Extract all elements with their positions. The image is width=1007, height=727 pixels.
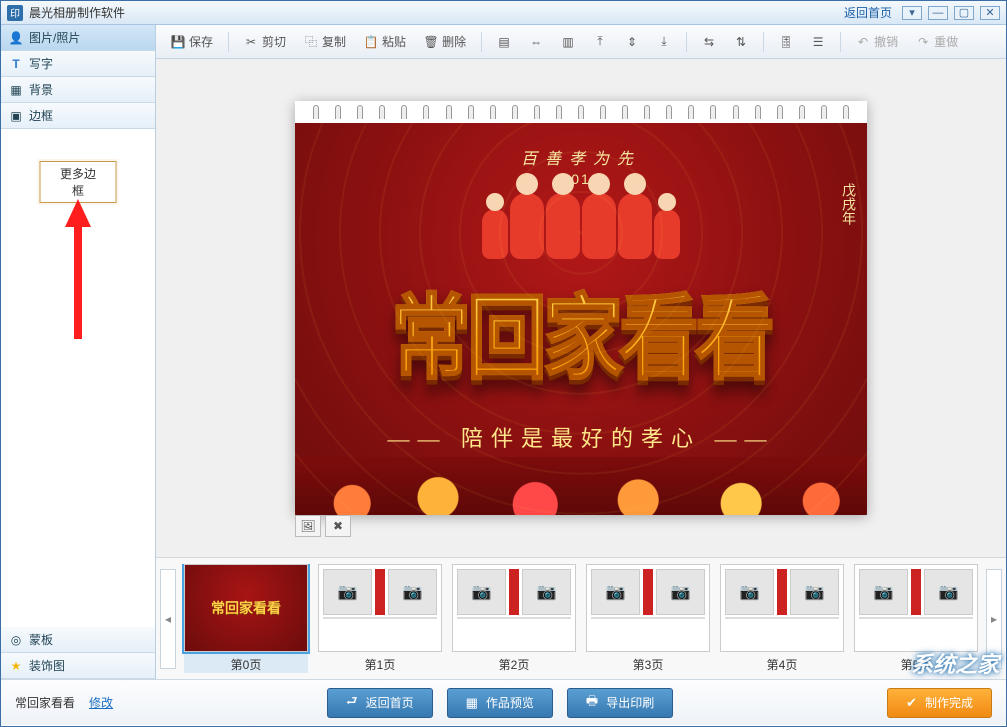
toolbar: 💾 保存 ✂剪切 ⿻复制 📋粘贴 🗑删除 ▤ ⇔ ▥ ⤒ ⇕ ⤓ ⇆ ⇅ 🎚 ☰… [156,25,1006,59]
page-thumb-0[interactable]: 常回家看看 第0页 [184,564,308,673]
annotation-arrow [63,199,93,339]
maximize-button[interactable]: ▢ [954,6,974,20]
photo-icon: 👤 [9,31,23,45]
align-top-button[interactable]: ⤒ [586,30,614,54]
copy-icon: ⿻ [304,35,318,49]
home-button[interactable]: ⮐返回首页 [327,688,433,718]
preview-icon: ▦ [466,695,478,711]
window-title: 晨光相册制作软件 [29,4,125,21]
align-right-icon: ▥ [561,35,575,49]
align-top-icon: ⤒ [593,35,607,49]
page-thumb-5[interactable]: 📷📷 第5页 [854,564,978,673]
sidebar-label: 边框 [29,107,53,124]
align-bottom-icon: ⤓ [657,35,671,49]
preview-button[interactable]: ▦作品预览 [447,688,553,718]
project-name: 常回家看看 [15,694,75,711]
cover-headline: 常回家看看 [295,264,867,397]
print-icon: 🖶 [586,692,598,714]
page-thumb-4[interactable]: 📷📷 第4页 [720,564,844,673]
thumbs-next-button[interactable]: ▸ [986,569,1002,669]
sidebar-label: 写字 [29,55,53,72]
background-icon: ▦ [9,83,23,97]
minimize-button[interactable]: — [928,6,948,20]
adjust-icon: ☰ [811,35,825,49]
home-link[interactable]: 返回首页 [844,4,892,21]
cover-side-text: 戊戌年 [837,183,857,225]
sidebar-label: 蒙板 [29,631,53,648]
sidebar-item-frame[interactable]: ▣ 边框 [1,103,155,129]
sidebar-item-decoration[interactable]: ★ 装饰图 [1,653,155,679]
page-thumb-2[interactable]: 📷📷 第2页 [452,564,576,673]
more-frames-button[interactable]: 更多边框 [40,161,117,203]
align-middle-button[interactable]: ⇕ [618,30,646,54]
align-left-icon: ▤ [497,35,511,49]
sidebar-item-mask[interactable]: ◎ 蒙板 [1,627,155,653]
sidebar-label: 背景 [29,81,53,98]
distribute-v-button[interactable]: ⇅ [727,30,755,54]
save-icon: 💾 [171,35,185,49]
copy-button[interactable]: ⿻复制 [297,30,353,54]
app-logo: 印 [7,5,23,21]
thumbs-prev-button[interactable]: ◂ [160,569,176,669]
sidebar-label: 装饰图 [29,657,65,674]
align-center-h-button[interactable]: ⇔ [522,30,550,54]
star-icon: ★ [9,659,23,673]
text-icon: T [9,57,23,71]
dropdown-button[interactable]: ▾ [902,6,922,20]
check-icon: ✔ [906,695,917,711]
page-thumb-1[interactable]: 📷📷 第1页 [318,564,442,673]
redo-icon: ↷ [916,35,930,49]
distribute-v-icon: ⇅ [734,35,748,49]
export-print-button[interactable]: 🖶导出印刷 [567,688,673,718]
paste-button[interactable]: 📋粘贴 [357,30,413,54]
cover-year: 2018 [295,171,867,187]
delete-button[interactable]: 🗑删除 [417,30,473,54]
close-button[interactable]: ✕ [980,6,1000,20]
sidebar: 👤 图片/照片 T 写字 ▦ 背景 ▣ 边框 更多边框 ◎ 蒙板 [1,25,156,679]
undo-button[interactable]: ↶撤销 [849,30,905,54]
sliders-icon: 🎚 [779,35,793,49]
people-illustration [482,193,680,259]
settings-button[interactable]: 🎚 [772,30,800,54]
align-left-button[interactable]: ▤ [490,30,518,54]
align-center-h-icon: ⇔ [529,35,543,49]
delete-icon: 🗑 [424,35,438,49]
canvas-tool-remove[interactable]: ✖ [325,515,351,537]
flower-border [295,457,867,515]
sidebar-label: 图片/照片 [29,29,80,46]
cut-button[interactable]: ✂剪切 [237,30,293,54]
save-button[interactable]: 💾 保存 [164,30,220,54]
page-thumb-3[interactable]: 📷📷 第3页 [586,564,710,673]
cut-icon: ✂ [244,35,258,49]
page-thumbnails: 常回家看看 第0页 📷📷 第1页 📷📷 第2页 📷📷 第3页 📷📷 [176,564,986,673]
modify-link[interactable]: 修改 [89,694,113,711]
sidebar-item-photos[interactable]: 👤 图片/照片 [1,25,155,51]
align-middle-icon: ⇕ [625,35,639,49]
adjust-button[interactable]: ☰ [804,30,832,54]
sidebar-item-text[interactable]: T 写字 [1,51,155,77]
cover-art: 百善孝为先 2018 戊戌年 常回家看看 陪伴是最好的孝心 [295,123,867,515]
canvas-tool-image[interactable]: 🖼 [295,515,321,537]
paste-icon: 📋 [364,35,378,49]
frame-icon: ▣ [9,109,23,123]
sidebar-item-background[interactable]: ▦ 背景 [1,77,155,103]
align-right-button[interactable]: ▥ [554,30,582,54]
align-bottom-button[interactable]: ⤓ [650,30,678,54]
redo-button[interactable]: ↷重做 [909,30,965,54]
cover-tagline: 陪伴是最好的孝心 [295,421,867,453]
spiral-binding [295,101,867,123]
cover-subtitle: 百善孝为先 [295,145,867,169]
home-icon: ⮐ [346,692,358,714]
finish-button[interactable]: ✔制作完成 [887,688,992,718]
distribute-h-button[interactable]: ⇆ [695,30,723,54]
mask-icon: ◎ [9,633,23,647]
undo-icon: ↶ [856,35,870,49]
distribute-h-icon: ⇆ [702,35,716,49]
page-canvas[interactable]: 百善孝为先 2018 戊戌年 常回家看看 陪伴是最好的孝心 [295,101,867,515]
